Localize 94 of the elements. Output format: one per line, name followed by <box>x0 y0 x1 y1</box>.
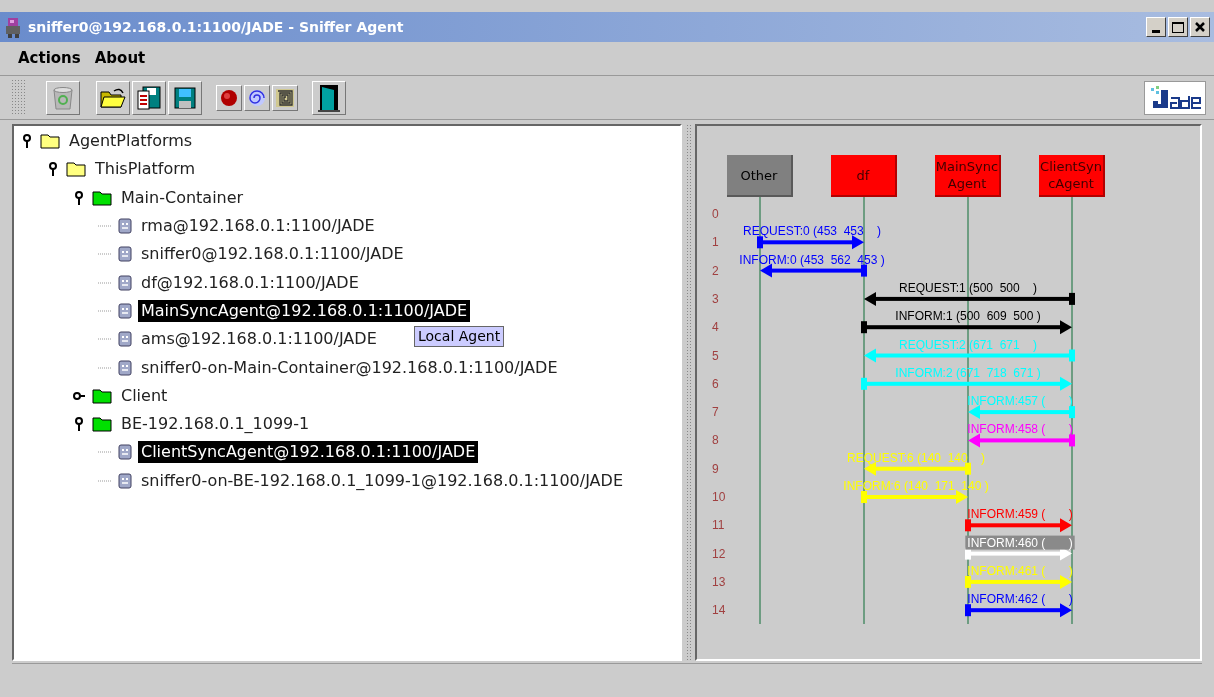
tree-connector <box>98 338 112 341</box>
row-number: 3 <box>712 291 719 306</box>
trash-button[interactable] <box>46 80 80 115</box>
row-number: 4 <box>712 320 719 335</box>
document-disk-icon <box>137 85 161 110</box>
tree-item[interactable]: df@192.168.0.1:1100/JADE <box>138 271 362 294</box>
square-spiral-button[interactable] <box>272 84 298 111</box>
tree-item[interactable]: rma@192.168.0.1:1100/JADE <box>138 215 378 238</box>
tree-item[interactable]: ams@192.168.0.1:1100/JADE <box>138 328 380 351</box>
tree-connector <box>98 253 112 256</box>
message-label: INFORM:1 (500 609 500 ) <box>895 309 1041 324</box>
expanded-handle-icon[interactable] <box>21 134 33 149</box>
message-label: REQUEST:2 (671 671 ) <box>898 337 1038 352</box>
row-number: 5 <box>712 348 719 363</box>
tree-item[interactable]: ThisPlatform <box>92 158 199 181</box>
message-label: INFORM:459 ( ) <box>967 507 1073 522</box>
tree-item[interactable]: sniffer0@192.168.0.1:1100/JADE <box>138 243 407 266</box>
row-number: 6 <box>712 376 719 391</box>
row-number: 8 <box>712 433 719 448</box>
tree-connector <box>98 451 112 454</box>
window-title: sniffer0@192.168.0.1:1100/JADE - Sniffer Agent <box>28 17 404 37</box>
agent-face-icon <box>118 302 132 319</box>
expanded-handle-icon[interactable] <box>73 417 85 432</box>
exit-button[interactable] <box>312 80 346 115</box>
agent-face-icon <box>118 218 132 235</box>
folder-icon <box>66 161 86 178</box>
door-icon <box>318 83 340 112</box>
row-number: 13 <box>712 574 726 589</box>
agent-box[interactable]: df <box>831 155 897 197</box>
row-number: 2 <box>712 263 719 278</box>
agent-face-icon <box>118 444 132 461</box>
folder-icon <box>40 133 60 150</box>
menu-item[interactable]: Actions <box>14 47 85 70</box>
at-sign-button[interactable] <box>244 84 270 111</box>
minimize-icon <box>1152 30 1160 33</box>
message-label: INFORM:0 (453 562 453 ) <box>739 252 885 267</box>
open-button[interactable] <box>96 80 130 115</box>
message-label: INFORM:460 ( ) <box>965 535 1075 550</box>
trash-icon <box>52 85 74 110</box>
message-label: REQUEST:6 (140 140 ) <box>846 450 986 465</box>
tree-item[interactable]: sniffer0-on-BE-192.168.0.1_1099-1@192.168.0.1:1100/JADE <box>138 469 626 492</box>
message-label: INFORM:2 (671 718 671 ) <box>895 365 1041 380</box>
agent-face-icon <box>118 274 132 291</box>
row-number: 7 <box>712 405 719 420</box>
agent-face-icon <box>118 331 132 348</box>
message-label: REQUEST:1 (500 500 ) <box>898 280 1038 295</box>
tree-connector <box>98 479 112 482</box>
save-button[interactable] <box>168 80 202 115</box>
close-button[interactable] <box>1190 17 1210 37</box>
row-number: 14 <box>712 603 726 618</box>
tree-item[interactable]: AgentPlatforms <box>66 130 196 153</box>
tree-item[interactable]: Client <box>118 384 171 407</box>
maximize-icon <box>1172 21 1184 33</box>
tree-item[interactable]: sniffer0-on-Main-Container@192.168.0.1:1100/JADE <box>138 356 561 379</box>
minimize-button[interactable] <box>1146 17 1166 37</box>
folder-icon <box>92 189 112 206</box>
expanded-handle-icon[interactable] <box>73 190 85 205</box>
close-icon <box>1195 22 1205 32</box>
message-label: REQUEST:0 (453 453 ) <box>742 224 882 239</box>
tooltip: Local Agent <box>414 326 505 347</box>
tree-connector <box>98 366 112 369</box>
folder-icon <box>92 416 112 433</box>
row-number: 1 <box>712 235 719 250</box>
record-button[interactable] <box>216 84 242 111</box>
tree-item[interactable]: BE-192.168.0.1_1099-1 <box>118 413 313 436</box>
record-icon <box>220 88 238 107</box>
square-spiral-icon <box>276 88 294 107</box>
row-number: 0 <box>712 207 719 221</box>
save-as-button[interactable] <box>132 80 166 115</box>
tree-item[interactable]: MainSyncAgent@192.168.0.1:1100/JADE <box>138 299 471 322</box>
message-label: INFORM:461 ( ) <box>967 563 1073 578</box>
tree-connector <box>98 225 112 228</box>
tree-connector <box>98 281 112 284</box>
row-number: 9 <box>712 461 719 476</box>
spiral-icon <box>248 88 266 107</box>
row-number: 11 <box>712 518 725 533</box>
expanded-handle-icon[interactable] <box>47 162 59 177</box>
message-label: INFORM:6 (140 171 140 ) <box>843 479 989 493</box>
agent-face-icon <box>118 246 132 263</box>
tree-item[interactable]: Main-Container <box>118 186 247 209</box>
agent-box[interactable]: ClientSyncAgent <box>1039 155 1105 197</box>
row-number: 12 <box>712 546 726 561</box>
tree-connector <box>98 309 112 312</box>
tree-item[interactable]: ClientSyncAgent@192.168.0.1:1100/JADE <box>138 441 479 464</box>
agent-face-icon <box>118 472 132 489</box>
maximize-button[interactable] <box>1168 17 1188 37</box>
menu-item[interactable]: About <box>90 47 150 70</box>
agent-box[interactable]: MainSyncAgent <box>935 155 1001 197</box>
folder-icon <box>100 86 126 109</box>
row-number: 10 <box>712 490 726 504</box>
agent-face-icon <box>118 359 132 376</box>
agent-box[interactable]: Other <box>727 155 793 197</box>
folder-icon <box>92 387 112 404</box>
message-label: INFORM:462 ( ) <box>967 592 1073 607</box>
